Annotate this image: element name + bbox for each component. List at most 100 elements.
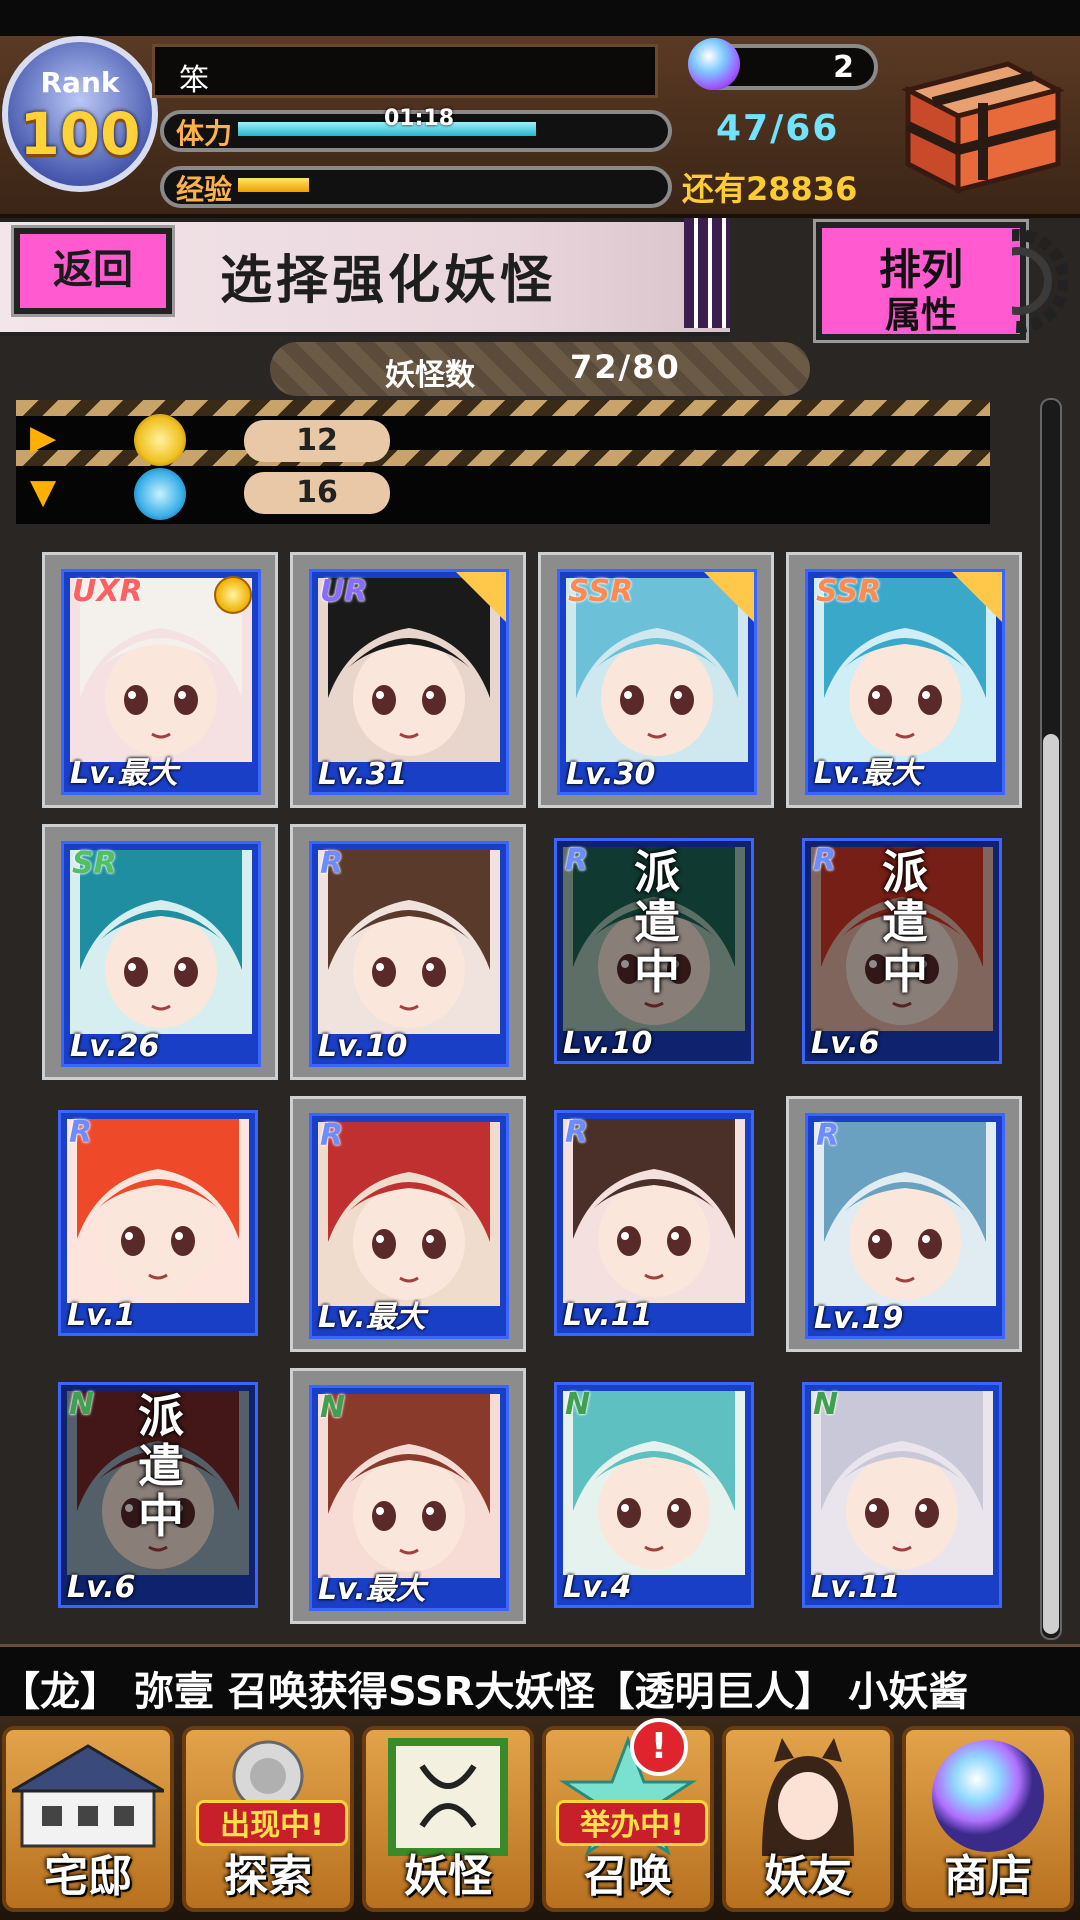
- monster-level: Lv.1: [67, 1298, 136, 1333]
- exp-label: 经验: [176, 173, 233, 206]
- monster-card[interactable]: UR Lv.31: [290, 552, 526, 808]
- card-frame: R 派遣中 Lv.10: [554, 838, 754, 1064]
- monster-portrait: [563, 1391, 745, 1575]
- news-ticker: 【龙】 弥壹 召唤获得SSR大妖怪【透明巨人】 小妖酱: [0, 1644, 1080, 1719]
- monster-card[interactable]: SR Lv.26: [42, 824, 278, 1080]
- rarity-badge: UXR: [72, 574, 143, 609]
- nav-label: 召唤: [584, 1851, 672, 1902]
- stamina-label: 体力: [176, 117, 233, 150]
- nav-summon-star[interactable]: 举办中! 召唤: [542, 1726, 714, 1912]
- rarity-badge: R: [816, 1118, 840, 1153]
- rarity-badge: R: [320, 846, 344, 881]
- rarity-badge: R: [565, 843, 589, 878]
- mansion-icon: [6, 1736, 170, 1856]
- gold-medal-icon: [214, 576, 252, 614]
- player-name-box: 笨: [152, 44, 658, 98]
- filter-count: 12: [244, 420, 390, 462]
- bottom-nav: 宅邸 出现中! 探索 妖怪 举办中! 召唤 妖友 商店: [0, 1716, 1080, 1920]
- monster-card[interactable]: R Lv.19: [786, 1096, 1022, 1352]
- card-frame: R Lv.19: [805, 1113, 1005, 1339]
- monster-level: Lv.10: [318, 1029, 408, 1064]
- rarity-badge: SR: [72, 846, 117, 881]
- card-frame: N 派遣中 Lv.6: [58, 1382, 258, 1608]
- monster-card[interactable]: R Lv.11: [538, 1096, 774, 1352]
- nav-friend-girl[interactable]: 妖友: [722, 1726, 894, 1912]
- dispatch-label: 派遣中: [865, 847, 945, 997]
- stamina-bar: 体力 01:18: [160, 106, 672, 152]
- monster-card[interactable]: SSR Lv.30: [538, 552, 774, 808]
- rank-badge[interactable]: Rank 100: [2, 36, 158, 192]
- expand-arrow-icon[interactable]: ▶: [30, 418, 56, 458]
- monster-card[interactable]: R 派遣中 Lv.6: [786, 824, 1022, 1080]
- rarity-badge: SSR: [816, 574, 882, 609]
- nav-shop-orb[interactable]: 商店: [902, 1726, 1074, 1912]
- monster-portrait: [67, 1119, 249, 1303]
- title-stripe: [684, 218, 730, 328]
- gear-icon: [966, 216, 1070, 346]
- monster-card[interactable]: N Lv.4: [538, 1368, 774, 1624]
- monster-level: Lv.11: [811, 1570, 901, 1605]
- monster-level: Lv.6: [811, 1026, 880, 1061]
- treasure-chest-icon[interactable]: [888, 50, 1065, 200]
- monster-level: Lv.30: [566, 757, 656, 792]
- rarity-badge: R: [565, 1115, 589, 1150]
- monster-level: Lv.26: [70, 1029, 160, 1064]
- player-name: 笨: [179, 63, 209, 98]
- friend-girl-icon: [732, 1736, 884, 1856]
- nav-monster-scroll[interactable]: 妖怪: [362, 1726, 534, 1912]
- rank-value: 100: [19, 100, 141, 168]
- card-frame: R Lv.11: [554, 1110, 754, 1336]
- monster-portrait: [318, 850, 500, 1034]
- back-button[interactable]: 返回: [11, 225, 175, 317]
- monster-card[interactable]: R Lv.1: [42, 1096, 278, 1352]
- nav-label: 商店: [944, 1851, 1032, 1902]
- stamina-value: 47/66: [716, 108, 840, 149]
- monster-level: Lv.19: [814, 1301, 904, 1336]
- rarity-badge: N: [813, 1387, 839, 1422]
- card-frame: SSR Lv.30: [557, 569, 757, 795]
- rarity-badge: R: [813, 843, 837, 878]
- monster-card[interactable]: N Lv.最大: [290, 1368, 526, 1624]
- rarity-badge: UR: [320, 574, 368, 609]
- monster-level: Lv.最大: [318, 1572, 426, 1607]
- monster-level: Lv.4: [563, 1570, 632, 1605]
- exp-bar: 经验: [160, 166, 672, 208]
- dispatch-label: 派遣中: [121, 1391, 201, 1541]
- sort-button[interactable]: 排列 属性: [813, 219, 1029, 343]
- nav-explore[interactable]: 出现中! 探索: [182, 1726, 354, 1912]
- card-frame: N Lv.4: [554, 1382, 754, 1608]
- card-frame: UR Lv.31: [309, 569, 509, 795]
- monster-portrait: [811, 1391, 993, 1575]
- monster-count: 妖怪数 72/80: [270, 342, 810, 396]
- filter-count: 16: [244, 472, 390, 514]
- gem-counter[interactable]: 2: [688, 38, 878, 90]
- monster-level: Lv.31: [318, 757, 408, 792]
- stamina-timer: 01:18: [384, 106, 455, 131]
- monster-card[interactable]: R Lv.10: [290, 824, 526, 1080]
- nav-mansion[interactable]: 宅邸: [2, 1726, 174, 1912]
- monster-card[interactable]: R Lv.最大: [290, 1096, 526, 1352]
- monster-card[interactable]: UXR Lv.最大: [42, 552, 278, 808]
- monster-portrait: [318, 1394, 500, 1578]
- nav-label: 妖怪: [404, 1851, 492, 1902]
- monster-portrait: [318, 1122, 500, 1306]
- dispatch-label: 派遣中: [617, 847, 697, 997]
- rarity-badge: N: [69, 1387, 95, 1422]
- monster-level: Lv.10: [563, 1026, 653, 1061]
- status-bar: [0, 0, 1080, 36]
- card-frame: SR Lv.26: [61, 841, 261, 1067]
- monster-card[interactable]: N Lv.11: [786, 1368, 1022, 1624]
- monster-level: Lv.11: [563, 1298, 653, 1333]
- monster-card[interactable]: R 派遣中 Lv.10: [538, 824, 774, 1080]
- dispatch-char: 中: [634, 945, 680, 999]
- monster-card[interactable]: N 派遣中 Lv.6: [42, 1368, 278, 1624]
- nav-label: 妖友: [764, 1851, 852, 1902]
- scrollbar-thumb[interactable]: [1043, 734, 1059, 1634]
- monster-card[interactable]: SSR Lv.最大: [786, 552, 1022, 808]
- rarity-badge: SSR: [568, 574, 634, 609]
- gem-orb-icon: [688, 38, 740, 90]
- collapse-arrow-icon[interactable]: ▼: [30, 472, 56, 512]
- dispatch-char: 派: [882, 845, 928, 899]
- monster-scroll-icon: [372, 1736, 524, 1856]
- dispatch-char: 派: [138, 1389, 184, 1443]
